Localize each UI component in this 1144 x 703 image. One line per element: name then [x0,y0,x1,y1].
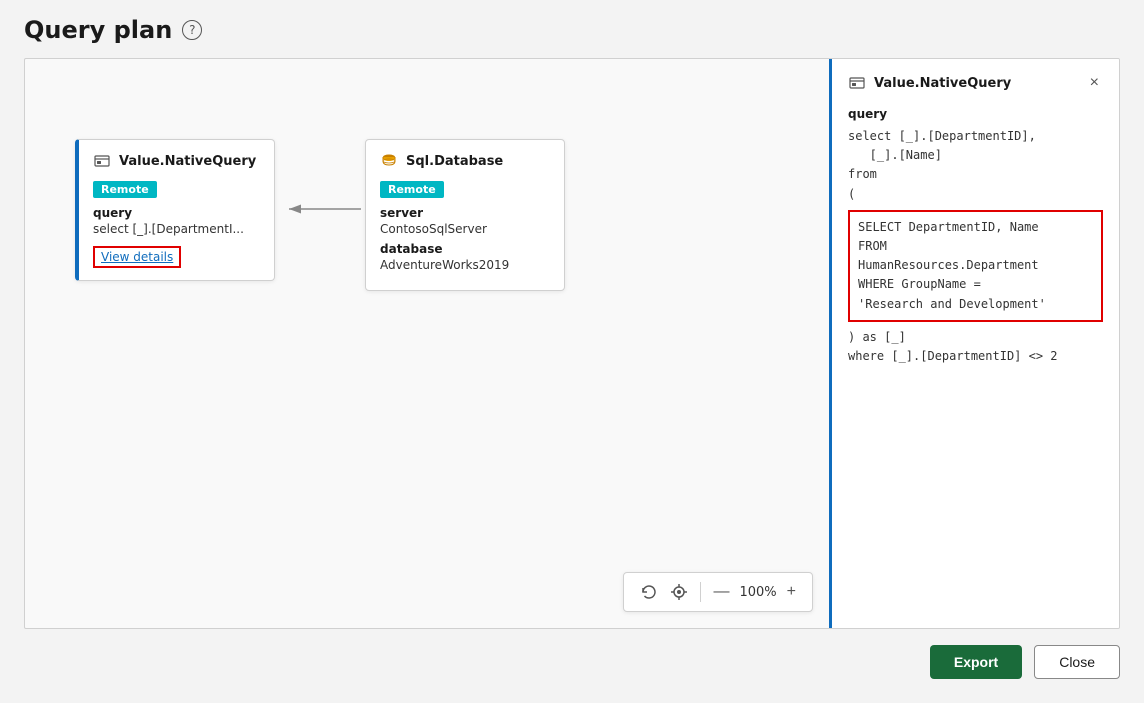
page-header: Query plan ? [24,16,1120,44]
help-icon[interactable]: ? [182,20,202,40]
sql-database-db-value: AdventureWorks2019 [380,258,550,272]
sql-database-icon [380,152,398,170]
native-query-badge: Remote [93,181,157,198]
page-title: Query plan [24,16,172,44]
sql-database-server-label: server [380,206,550,220]
canvas-toolbar: — 100% + [623,572,813,612]
zoom-out-button[interactable]: — [707,579,735,605]
detail-panel-header: Value.NativeQuery × [848,73,1103,93]
query-line-1: select [_].[DepartmentID], [848,129,1036,143]
detail-panel-icon [848,74,866,92]
detail-panel-close-button[interactable]: × [1086,73,1103,93]
detail-query-text: select [_].[DepartmentID], [_].[Name] fr… [848,127,1103,366]
query-highlighted-block: SELECT DepartmentID, NameFROMHumanResour… [848,210,1103,322]
detail-panel: Value.NativeQuery × query select [_].[De… [829,59,1119,628]
main-container: Value.NativeQuery Remote query select [_… [24,58,1120,629]
query-footer-2: where [_].[DepartmentID] <> 2 [848,349,1058,363]
node-native-query-title: Value.NativeQuery [119,154,256,169]
export-button[interactable]: Export [930,645,1022,679]
native-query-prop-label: query [93,206,260,220]
pan-button[interactable] [664,579,694,605]
node-native-query[interactable]: Value.NativeQuery Remote query select [_… [75,139,275,281]
arrow-connector [281,189,371,229]
footer: Export Close [24,629,1120,679]
node-sql-database-header: Sql.Database [380,152,550,170]
zoom-in-button[interactable]: + [781,579,802,605]
query-line-3: from [848,167,877,181]
node-sql-database-title: Sql.Database [406,154,503,169]
node-native-query-header: Value.NativeQuery [93,152,260,170]
toolbar-separator [700,582,701,602]
detail-query-label: query [848,107,1103,121]
canvas-area: Value.NativeQuery Remote query select [_… [25,59,829,628]
detail-panel-title: Value.NativeQuery [848,74,1011,92]
sql-database-db-label: database [380,242,550,256]
sql-database-badge: Remote [380,181,444,198]
node-sql-database[interactable]: Sql.Database Remote server ContosoSqlSer… [365,139,565,291]
view-details-link[interactable]: View details [93,246,181,268]
query-footer-1: ) as [_] [848,330,906,344]
reset-button[interactable] [634,579,664,605]
close-button[interactable]: Close [1034,645,1120,679]
query-line-2: [_].[Name] [848,148,942,162]
zoom-level: 100% [735,585,780,600]
sql-database-server-value: ContosoSqlServer [380,222,550,236]
native-query-prop-value: select [_].[DepartmentI... [93,222,260,236]
native-query-icon [93,152,111,170]
query-line-4: ( [848,187,855,201]
